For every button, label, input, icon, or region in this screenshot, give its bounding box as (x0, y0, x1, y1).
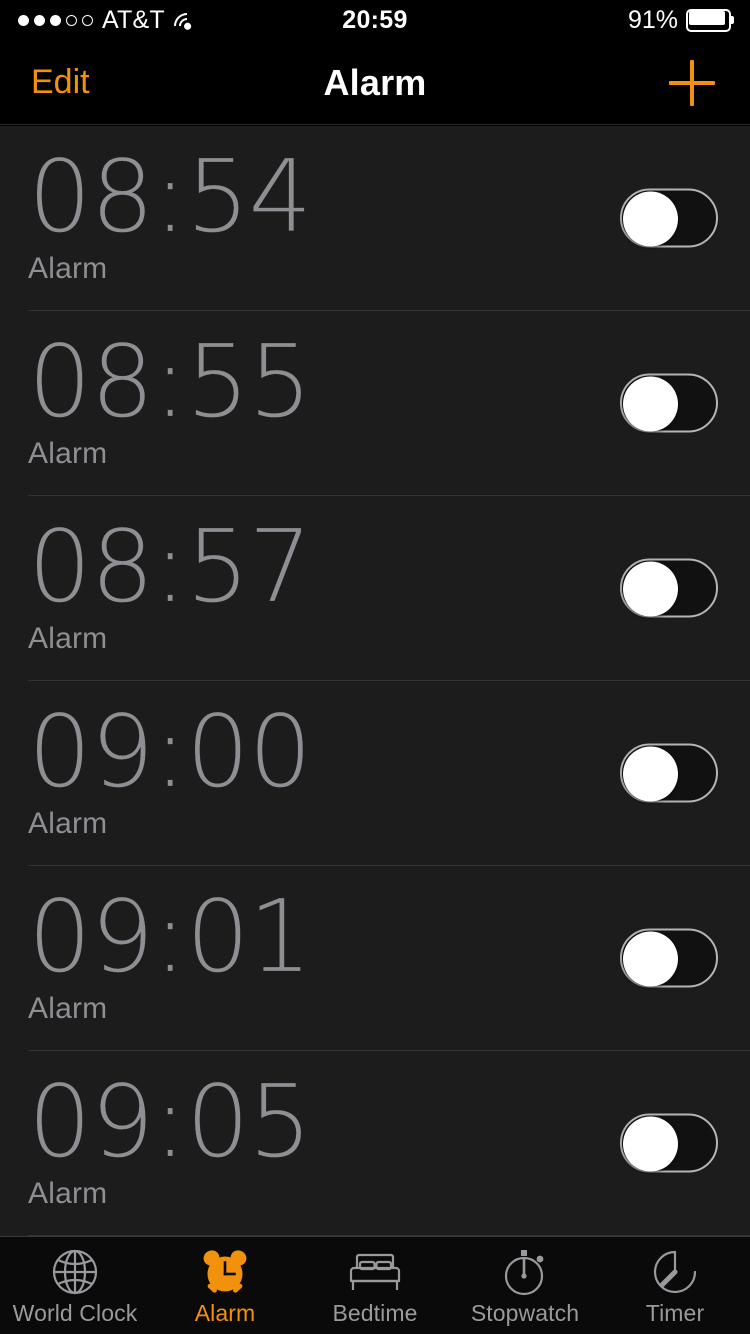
alarm-toggle-knob (623, 746, 678, 802)
tab-bar: World Clock Alarm Bedtime Stopwatch Time… (0, 1236, 750, 1334)
status-bar-right: 91% (628, 0, 734, 40)
alarm-row[interactable]: 08:55 Alarm (0, 311, 750, 496)
stopwatch-icon (496, 1246, 554, 1298)
status-bar: AT&T 20:59 91% (0, 0, 750, 44)
page-title: Alarm (323, 61, 427, 103)
tab-label-alarm: Alarm (194, 1300, 256, 1326)
tab-label-bedtime: Bedtime (332, 1300, 418, 1326)
alarm-toggle-knob (623, 191, 678, 247)
alarm-row-text: 08:54 Alarm (28, 138, 312, 286)
alarm-time: 09:00 (28, 693, 312, 810)
alarm-time: 09:05 (28, 1063, 312, 1180)
alarm-row[interactable]: 09:01 Alarm (0, 866, 750, 1051)
tab-stopwatch[interactable]: Stopwatch (450, 1237, 600, 1334)
alarm-toggle[interactable] (620, 743, 718, 803)
add-alarm-button[interactable] (662, 40, 722, 125)
battery-percentage: 91% (627, 5, 678, 34)
alarm-time: 08:55 (28, 323, 312, 440)
phone-screen: AT&T 20:59 91% Edit Alarm 08:54 Alarm 08:5… (0, 0, 750, 1334)
alarm-clock-icon (196, 1246, 254, 1298)
timer-icon (646, 1246, 704, 1298)
alarm-toggle[interactable] (620, 1113, 718, 1173)
alarm-time: 08:54 (28, 138, 312, 255)
alarm-label: Alarm (28, 1177, 108, 1210)
tab-label-stopwatch: Stopwatch (470, 1300, 580, 1326)
alarm-toggle-knob (623, 561, 678, 617)
alarm-row[interactable]: 08:57 Alarm (0, 496, 750, 681)
alarm-time: 08:57 (28, 508, 312, 625)
tab-timer[interactable]: Timer (600, 1237, 750, 1334)
alarm-row[interactable]: 09:05 Alarm (0, 1051, 750, 1236)
alarm-row-text: 09:05 Alarm (28, 1063, 312, 1211)
alarm-toggle-knob (623, 1116, 678, 1172)
alarm-label: Alarm (28, 437, 108, 470)
tab-label-timer: Timer (645, 1300, 705, 1326)
tab-bedtime[interactable]: Bedtime (300, 1237, 450, 1334)
alarm-toggle[interactable] (620, 188, 718, 248)
tab-world-clock[interactable]: World Clock (0, 1237, 150, 1334)
alarm-toggle-knob (623, 931, 678, 987)
alarm-label: Alarm (28, 622, 108, 655)
alarm-list[interactable]: 08:54 Alarm 08:55 Alarm 08:57 Alarm 09:00 Alarm… (0, 126, 750, 1236)
alarm-toggle[interactable] (620, 928, 718, 988)
alarm-label: Alarm (28, 807, 108, 840)
alarm-row-text: 08:55 Alarm (28, 323, 312, 471)
navigation-bar: Edit Alarm (0, 40, 750, 125)
bed-icon (346, 1246, 404, 1298)
plus-icon (669, 59, 715, 106)
alarm-row-text: 08:57 Alarm (28, 508, 312, 656)
alarm-row[interactable]: 09:00 Alarm (0, 681, 750, 866)
alarm-row-text: 09:01 Alarm (28, 878, 312, 1026)
alarm-label: Alarm (28, 992, 108, 1025)
alarm-time: 09:01 (28, 878, 312, 995)
battery-icon (686, 8, 734, 32)
alarm-row[interactable]: 08:54 Alarm (0, 126, 750, 311)
alarm-row-text: 09:00 Alarm (28, 693, 312, 841)
globe-icon (46, 1246, 104, 1298)
alarm-label: Alarm (28, 252, 108, 285)
tab-label-world-clock: World Clock (12, 1300, 138, 1326)
alarm-toggle-knob (623, 376, 678, 432)
tab-alarm[interactable]: Alarm (150, 1237, 300, 1334)
alarm-toggle[interactable] (620, 558, 718, 618)
alarm-toggle[interactable] (620, 373, 718, 433)
